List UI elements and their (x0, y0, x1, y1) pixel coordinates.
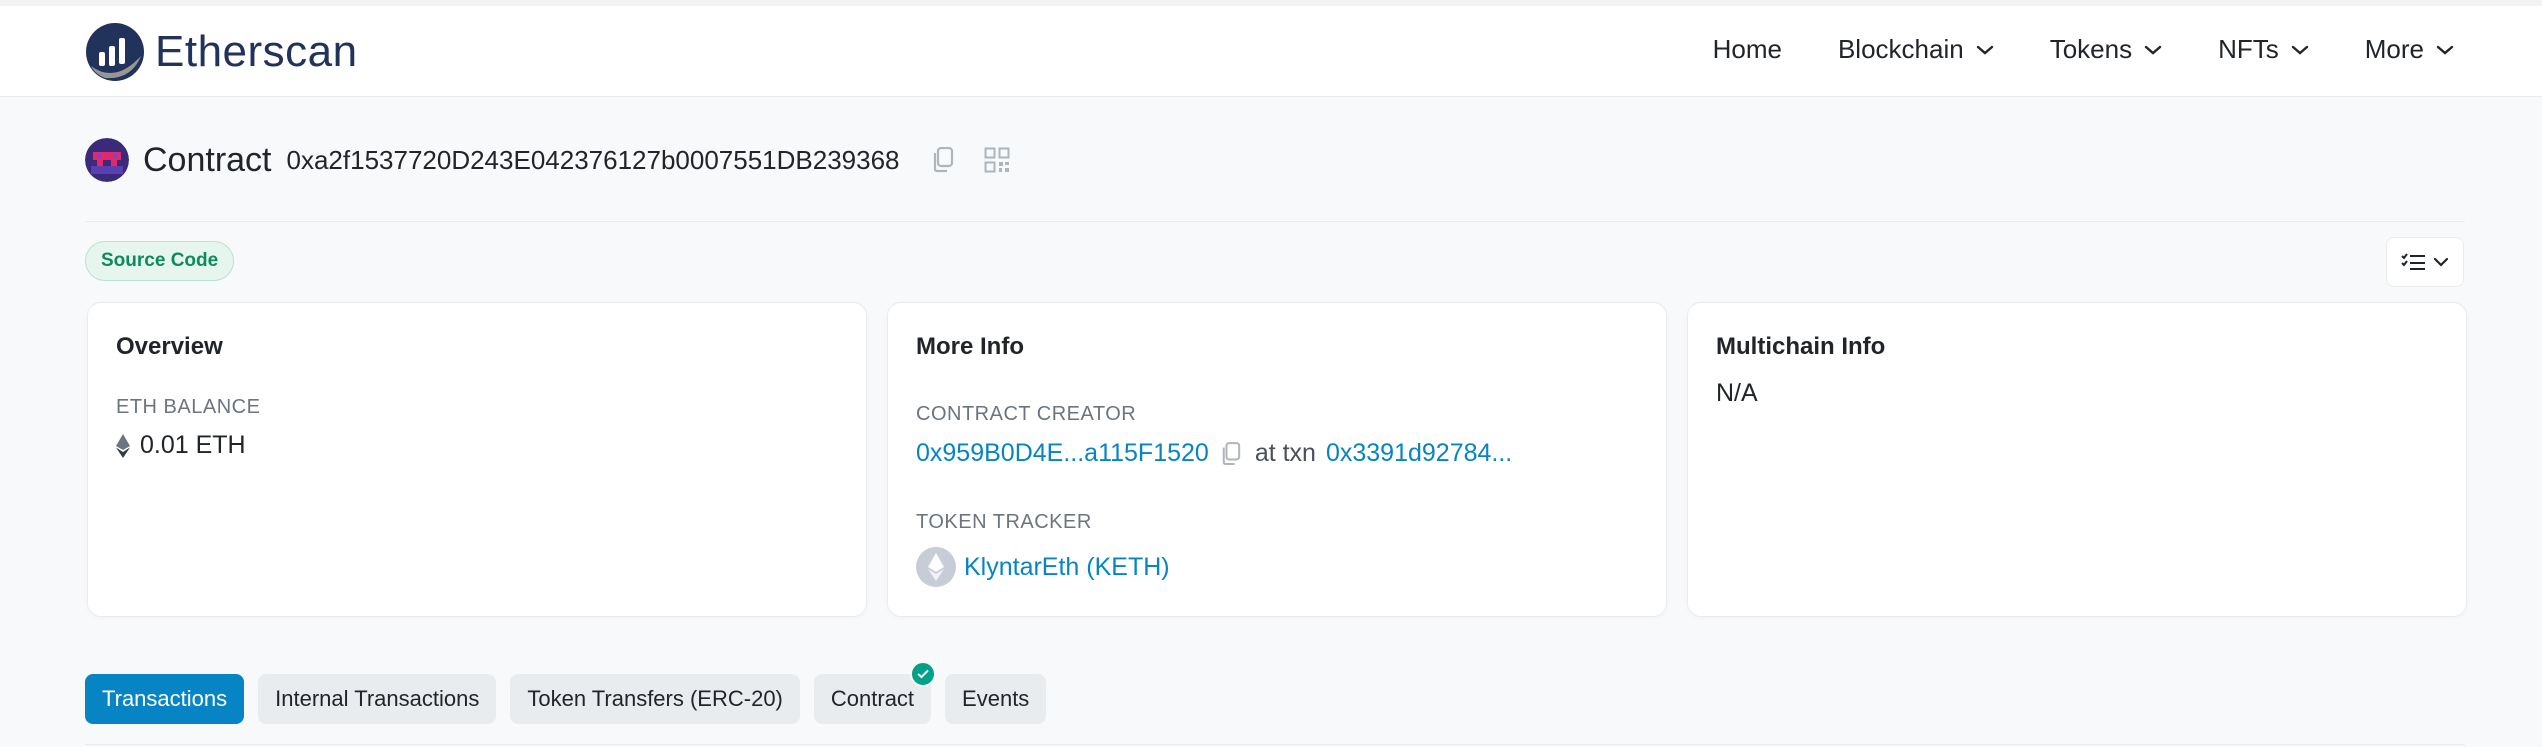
eth-balance: 0.01 ETH (116, 431, 246, 460)
at-txn-text: at txn (1254, 439, 1316, 467)
contract-header: Contract 0xa2f1537720D243E042376127b0007… (85, 138, 1010, 182)
chevron-down-icon (2433, 257, 2449, 267)
token-tracker-link[interactable]: KlyntarEth (KETH) (964, 553, 1170, 582)
nav-nfts-label: NFTs (2218, 34, 2279, 64)
divider (85, 221, 2465, 222)
more-info-card: More Info CONTRACT CREATOR 0x959B0D4E...… (887, 302, 1667, 617)
token-tracker-row: KlyntarEth (KETH) (916, 547, 1170, 587)
eth-balance-value: 0.01 ETH (140, 431, 246, 459)
multichain-title: Multichain Info (1716, 333, 1886, 360)
chevron-down-icon (1976, 45, 1993, 55)
token-logo-icon (916, 547, 956, 587)
contract-creator-row: 0x959B0D4E...a115F1520 at txn 0x3391d927… (916, 439, 1512, 468)
check-icon (917, 669, 929, 679)
creation-txn-link[interactable]: 0x3391d92784... (1326, 439, 1512, 468)
etherscan-logo[interactable]: Etherscan (85, 22, 358, 82)
tab-internal-label: Internal Transactions (275, 686, 480, 711)
qr-code-icon (984, 147, 1010, 173)
ethereum-icon (116, 433, 130, 458)
tab-transactions-label: Transactions (102, 686, 228, 711)
creator-address-link[interactable]: 0x959B0D4E...a115F1520 (916, 439, 1209, 468)
multichain-value: N/A (1716, 379, 1758, 407)
tab-token-transfers[interactable]: Token Transfers (ERC-20) (510, 674, 800, 724)
tab-contract-label: Contract (830, 686, 915, 711)
overview-title: Overview (116, 333, 223, 360)
brand-name: Etherscan (155, 27, 358, 76)
copy-address-button[interactable] (932, 147, 954, 173)
main-nav: Home Blockchain Tokens NFTs More (1657, 34, 2454, 65)
page-title: Contract (143, 140, 272, 179)
nav-tokens-label: Tokens (2049, 34, 2133, 64)
source-code-badge[interactable]: Source Code (85, 241, 235, 281)
chevron-down-icon (2291, 45, 2308, 55)
chevron-down-icon (2144, 45, 2162, 55)
tab-contract[interactable]: Contract (813, 661, 937, 724)
tab-transactions[interactable]: Transactions (85, 674, 245, 724)
tab-divider (85, 744, 2465, 745)
nav-blockchain-label: Blockchain (1837, 34, 1964, 64)
chevron-down-icon (2436, 45, 2454, 55)
nav-blockchain[interactable]: Blockchain (1838, 34, 1994, 65)
eth-balance-label: ETH BALANCE (116, 396, 261, 418)
nav-more-label: More (2364, 34, 2424, 64)
overview-card: Overview ETH BALANCE 0.01 ETH (87, 302, 867, 617)
copy-creator-button[interactable] (1221, 441, 1241, 466)
contract-address[interactable]: 0xa2f1537720D243E042376127b0007551DB2393… (287, 145, 900, 176)
token-tracker-label: TOKEN TRACKER (916, 511, 1092, 533)
nav-home-label: Home (1712, 34, 1782, 64)
tab-token-transfers-label: Token Transfers (ERC-20) (527, 686, 783, 711)
view-options-button[interactable] (2386, 237, 2464, 287)
verified-badge (910, 661, 937, 687)
tab-internal-transactions[interactable]: Internal Transactions (258, 674, 497, 724)
multichain-info-card: Multichain Info N/A (1687, 302, 2467, 617)
top-navbar: Etherscan Home Blockchain Tokens NFTs Mo… (0, 0, 2542, 97)
contract-avatar (85, 138, 129, 182)
copy-icon (933, 147, 953, 173)
qr-code-button[interactable] (984, 147, 1010, 173)
copy-icon (1222, 441, 1240, 465)
nav-home[interactable]: Home (1713, 34, 1782, 65)
nav-more[interactable]: More (2365, 34, 2454, 65)
tab-events[interactable]: Events (945, 674, 1047, 724)
nav-nfts[interactable]: NFTs (2218, 34, 2309, 65)
contract-creator-label: CONTRACT CREATOR (916, 403, 1137, 425)
tab-events-label: Events (962, 686, 1030, 711)
nav-tokens[interactable]: Tokens (2050, 34, 2162, 65)
etherscan-logo-icon (86, 23, 144, 81)
list-view-icon (2401, 253, 2425, 270)
tab-bar: Transactions Internal Transactions Token… (85, 661, 1060, 724)
more-info-title: More Info (916, 333, 1024, 360)
